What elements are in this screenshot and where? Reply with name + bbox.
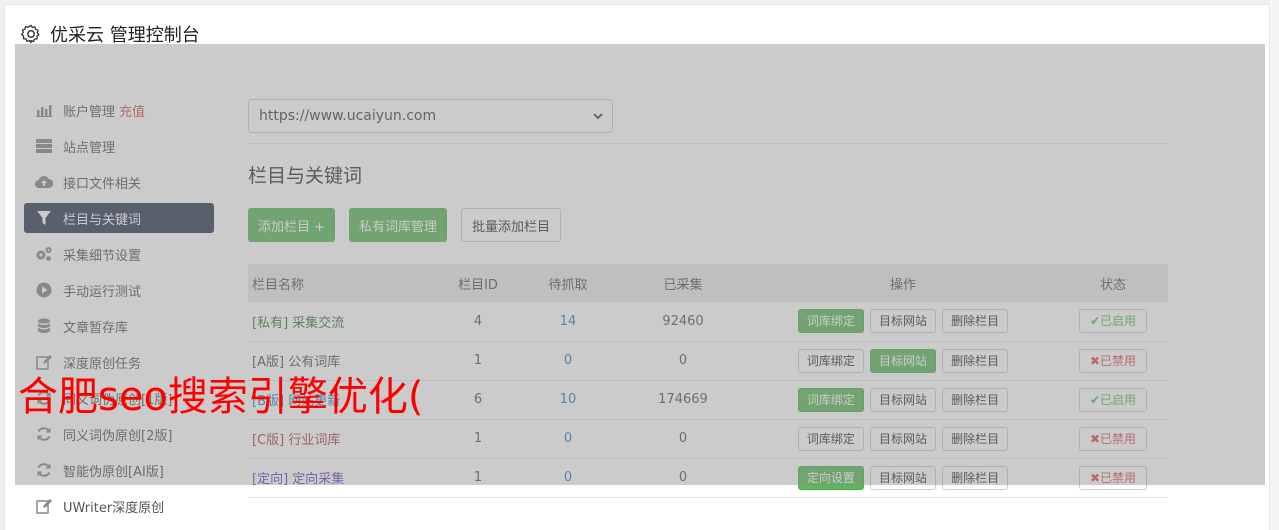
sidebar-item-uwriter[interactable]: UWriter深度原创 <box>24 491 214 521</box>
sidebar-item-label: UWriter深度原创 <box>63 500 165 516</box>
gear-icon <box>20 24 40 44</box>
watermark-text: 合肥seo搜索引擎优化( <box>18 374 424 420</box>
scrollbar[interactable] <box>1270 0 1279 530</box>
edit-icon <box>35 497 53 515</box>
